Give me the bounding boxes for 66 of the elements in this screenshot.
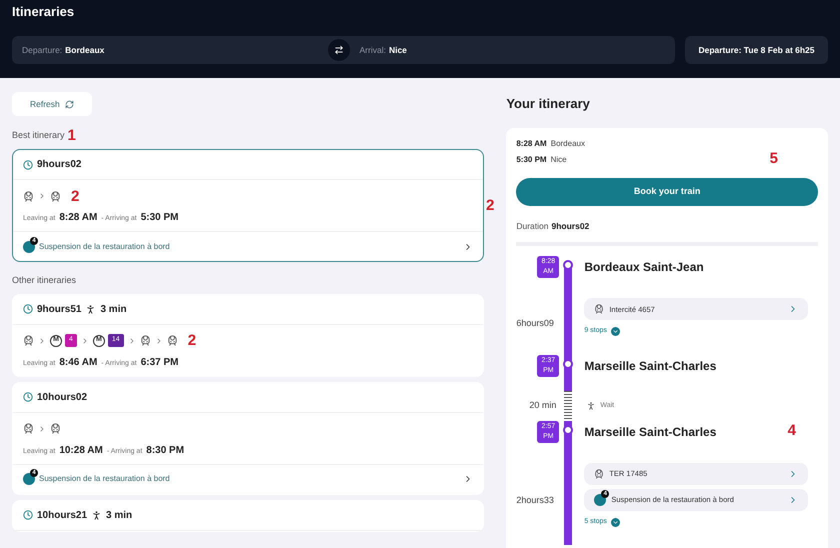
leg-duration: 2hours33 (516, 494, 554, 508)
refresh-icon (64, 100, 74, 108)
swap-icon (334, 45, 344, 55)
train-icon (23, 335, 34, 346)
alert-text: Suspension de la restauration à bord (39, 473, 171, 485)
train-icon (594, 304, 604, 314)
panel-title: Your itinerary (506, 95, 591, 113)
duration-text: 10hours21 (37, 508, 88, 522)
chevron-icon (38, 336, 46, 344)
walk-time: 3 min (100, 302, 127, 316)
arrival-label: Arrival: (360, 44, 386, 56)
departure-time: 10:28 AM (59, 444, 103, 458)
leg-duration: 6hours09 (516, 316, 554, 330)
arrival-value: Nice (388, 44, 407, 56)
date-field[interactable]: Departure: Tue 8 Feb at 6h25 (685, 36, 828, 64)
swap-button[interactable] (328, 39, 350, 61)
route-search-field[interactable]: Departure: Bordeaux Arrival: Nice (12, 36, 675, 64)
station-name: Marseille Saint-Charles (584, 424, 718, 441)
annotation-number: 2 (188, 333, 196, 348)
summary-place: Bordeaux (550, 138, 585, 150)
train-icon (50, 190, 61, 202)
book-train-button[interactable]: Book your train (516, 178, 818, 206)
station-name: Bordeaux Saint-Jean (584, 259, 705, 276)
train-icon (166, 335, 178, 346)
chevron-icon (38, 424, 46, 432)
departure-time: 8:28 AM (59, 211, 98, 225)
duration-text: 10hours02 (37, 390, 88, 404)
section-heading: Best itinerary (12, 128, 65, 142)
refresh-button[interactable]: Refresh (12, 92, 92, 116)
annotation-number: 5 (770, 150, 778, 166)
departure-label: Departure: (22, 44, 62, 56)
duration-text: 9hours51 (37, 302, 82, 316)
station-name: Marseille Saint-Charles (584, 358, 718, 375)
stop-node (563, 260, 574, 270)
alert-text: Suspension de la restauration à bord (39, 240, 171, 252)
annotation-number: 2 (486, 198, 494, 213)
annotation-number: 1 (68, 128, 76, 143)
departure-time: 8:46 AM (59, 356, 98, 370)
summary-time: 5:30 PM (516, 154, 547, 166)
annotation-number: 4 (788, 422, 796, 438)
train-icon (23, 190, 34, 202)
chevron-icon (38, 192, 46, 200)
standing-person-icon (586, 400, 596, 411)
train-icon (50, 423, 61, 434)
itinerary-card[interactable]: 10hours21 3 min (12, 500, 484, 532)
departure-value: Bordeaux (65, 44, 104, 56)
wait-duration: 20 min (529, 399, 556, 412)
page-title: Itineraries (12, 3, 76, 21)
train-icon (140, 335, 151, 346)
arrival-time: 8:30 PM (146, 444, 184, 458)
clock-icon (23, 160, 33, 170)
arrival-time: 6:37 PM (140, 356, 178, 370)
summary-place: Nice (550, 154, 567, 166)
duration-label: Duration (516, 220, 548, 232)
clock-icon (23, 392, 33, 402)
summary-time: 8:28 AM (516, 138, 547, 150)
duration-text: 9hours02 (37, 158, 82, 172)
walk-time: 3 min (106, 508, 132, 522)
section-heading: Other itineraries (12, 274, 78, 287)
train-icon (594, 468, 604, 479)
total-duration: 9hours02 (551, 220, 590, 232)
annotation-number: 2 (71, 188, 80, 204)
train-icon (23, 423, 34, 434)
arrival-time: 5:30 PM (140, 211, 178, 225)
clock-icon (23, 510, 33, 520)
clock-icon (23, 304, 33, 314)
